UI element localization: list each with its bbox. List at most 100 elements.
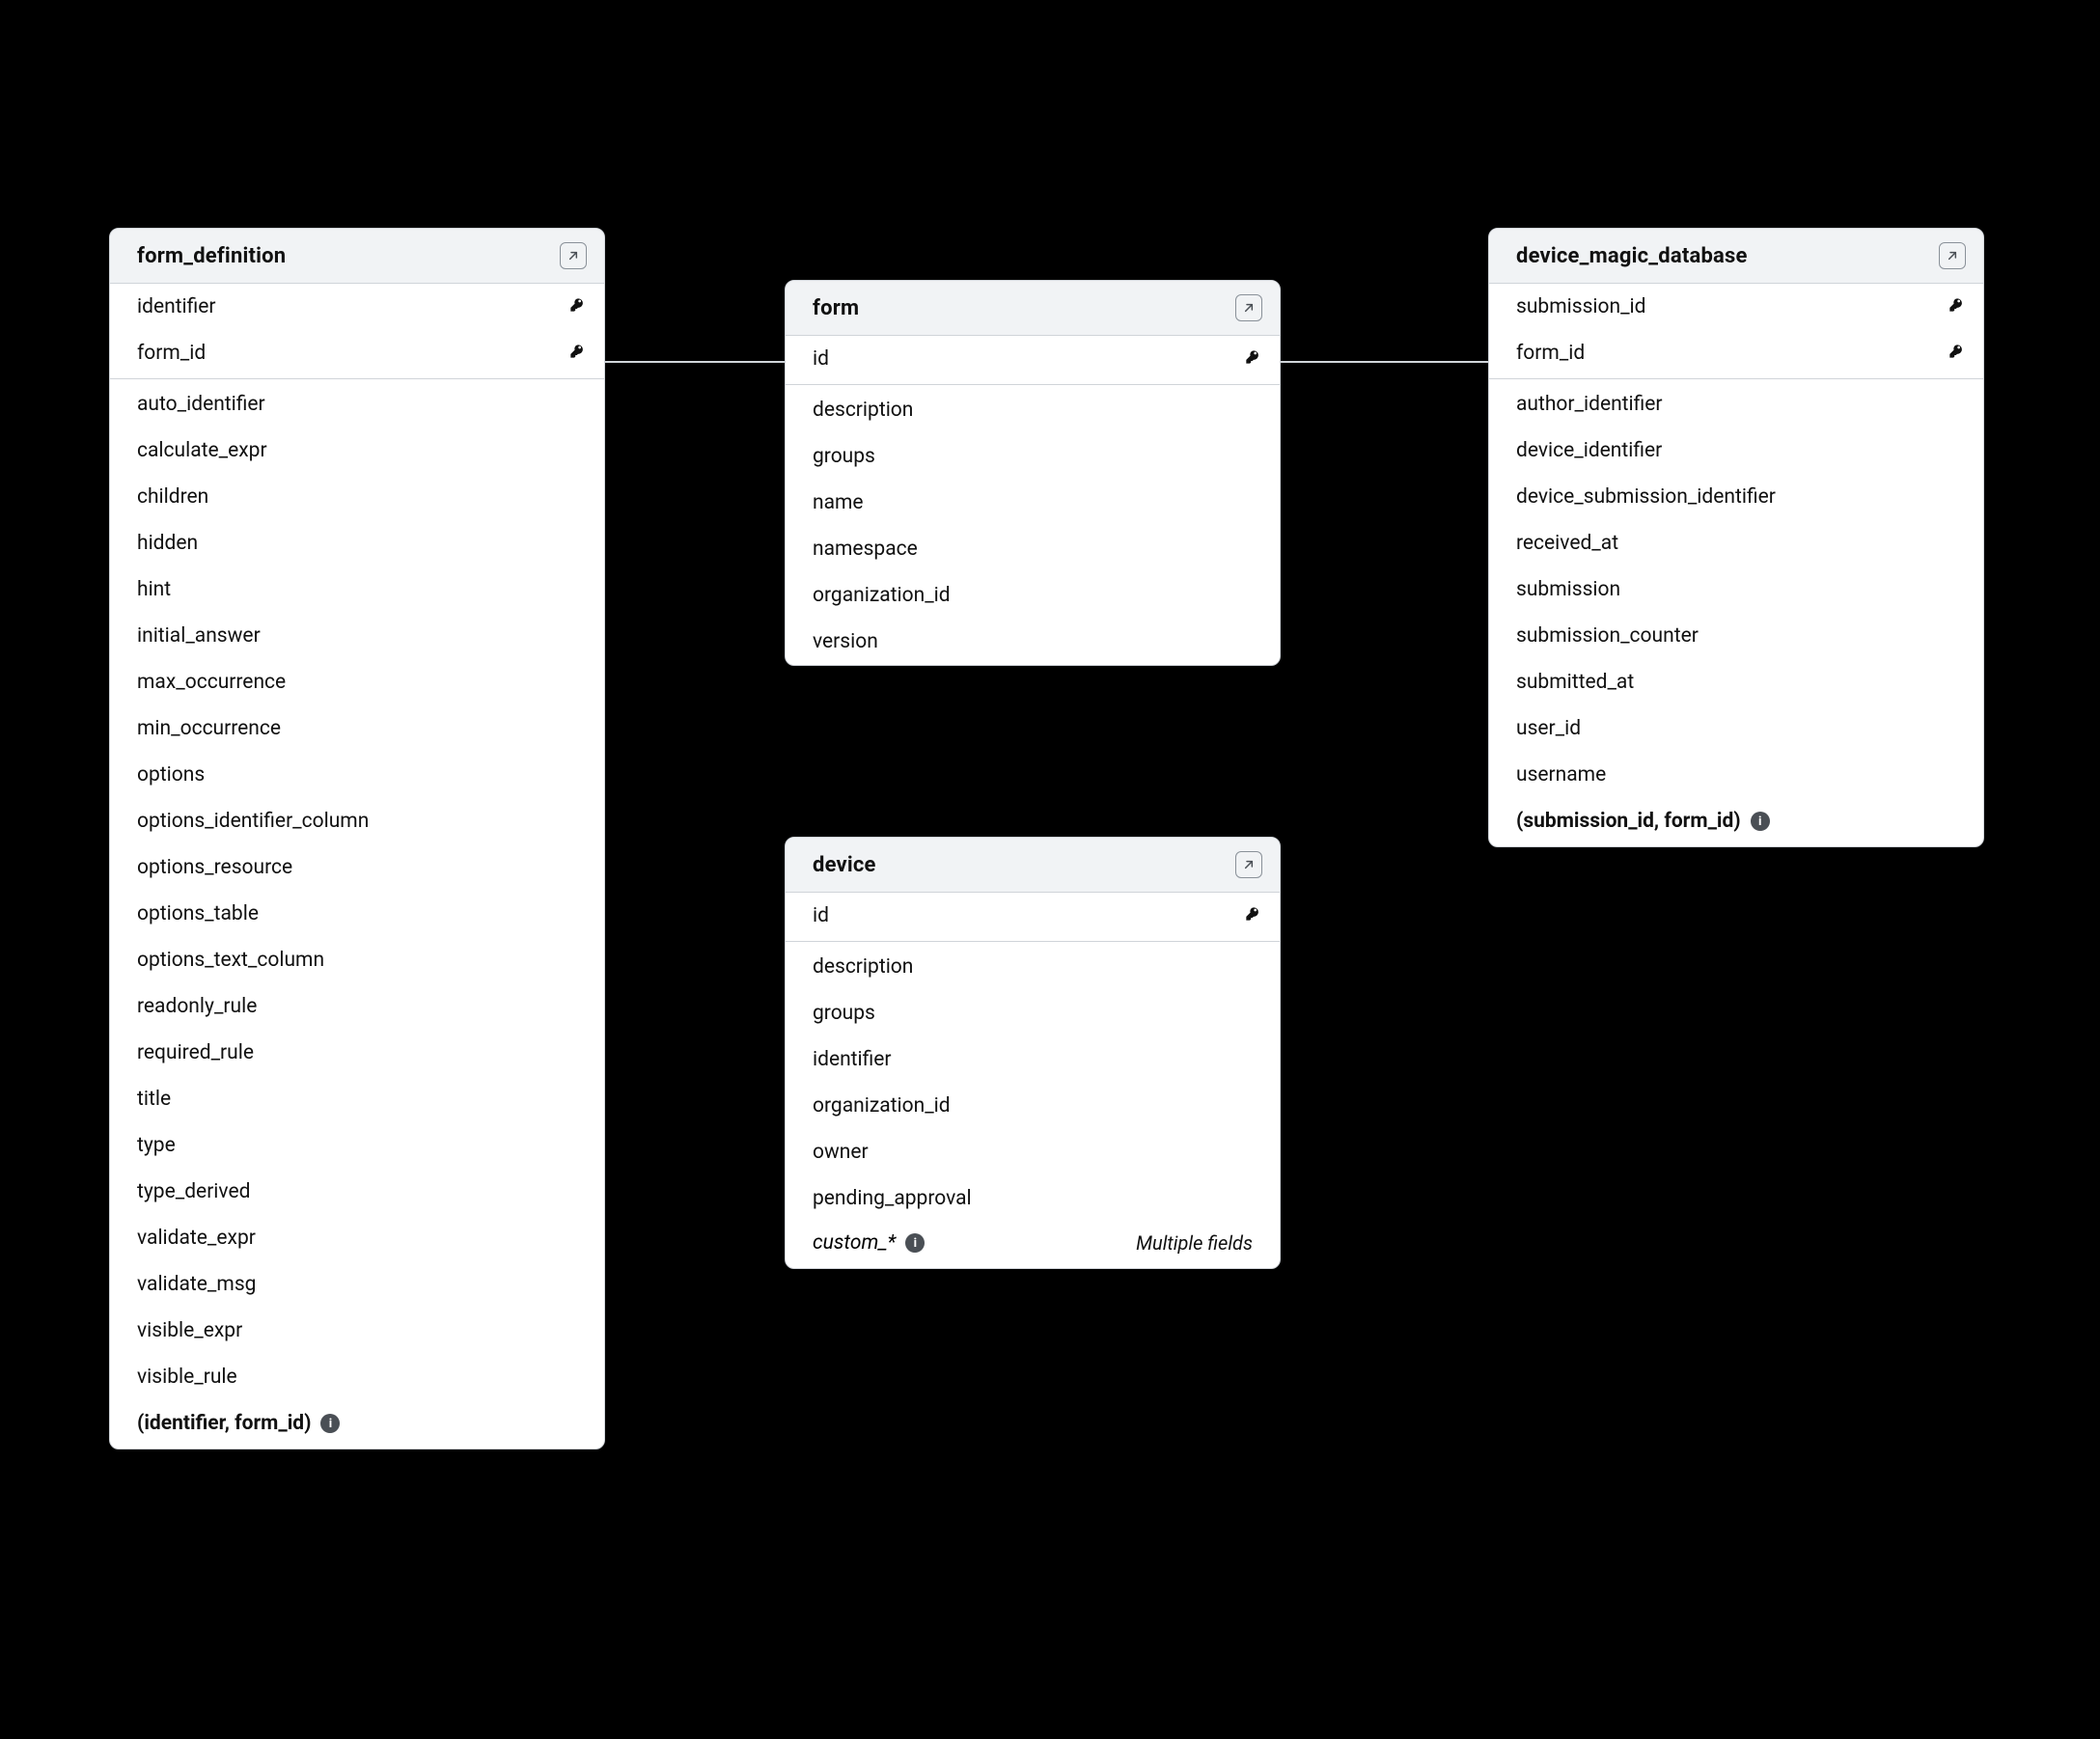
field-name: type_derived — [137, 1180, 250, 1203]
field-name: owner — [813, 1141, 869, 1164]
field-name: pending_approval — [813, 1187, 972, 1210]
field-name: name — [813, 491, 864, 514]
erd-canvas: form_definition identifier form_id — [0, 0, 2100, 1739]
field-name: options_resource — [137, 856, 292, 879]
field-name: options_table — [137, 902, 259, 925]
field-name: min_occurrence — [137, 717, 281, 740]
field-row: groups — [786, 990, 1280, 1036]
field-row: auto_identifier — [110, 381, 604, 428]
field-row: calculate_expr — [110, 428, 604, 474]
field-row: id — [786, 336, 1280, 382]
field-row: hidden — [110, 520, 604, 566]
field-row: options_resource — [110, 844, 604, 891]
footer-text: (submission_id, form_id) — [1516, 810, 1741, 833]
field-name: identifier — [813, 1048, 892, 1071]
field-row: description — [786, 944, 1280, 990]
connector-formdef-to-form — [604, 361, 785, 363]
open-icon[interactable] — [1235, 294, 1262, 321]
field-name: auto_identifier — [137, 393, 265, 416]
key-icon — [569, 295, 585, 318]
field-name: hint — [137, 578, 171, 601]
field-row: organization_id — [786, 1083, 1280, 1129]
entity-header: device — [786, 838, 1280, 893]
entity-device: device id description groups identifier … — [785, 837, 1281, 1269]
field-row: form_id — [1489, 330, 1983, 376]
field-row: type — [110, 1122, 604, 1169]
fields-list: submission_id form_id author_identifier … — [1489, 284, 1983, 846]
custom-note: Multiple fields — [1136, 1231, 1253, 1255]
field-name: children — [137, 485, 208, 509]
field-name: device_identifier — [1516, 439, 1662, 462]
field-name: groups — [813, 1002, 875, 1025]
custom-fields-row: custom_* i Multiple fields — [786, 1222, 1280, 1268]
field-name: options_text_column — [137, 949, 324, 972]
entity-title: device — [813, 853, 876, 877]
open-icon[interactable] — [1235, 851, 1262, 878]
field-name: submission_id — [1516, 295, 1646, 318]
field-row: identifier — [786, 1036, 1280, 1083]
divider — [786, 941, 1280, 942]
info-icon[interactable]: i — [1751, 812, 1770, 831]
field-row: readonly_rule — [110, 983, 604, 1030]
open-icon[interactable] — [560, 242, 587, 269]
field-name: calculate_expr — [137, 439, 267, 462]
field-row: submitted_at — [1489, 659, 1983, 705]
entity-header: form_definition — [110, 229, 604, 284]
field-row: device_identifier — [1489, 428, 1983, 474]
field-row: description — [786, 387, 1280, 433]
field-row: form_id — [110, 330, 604, 376]
field-row: username — [1489, 752, 1983, 798]
custom-field-name: custom_* — [813, 1231, 896, 1255]
divider — [786, 384, 1280, 385]
field-name: description — [813, 399, 913, 422]
field-name: received_at — [1516, 532, 1618, 555]
field-row: device_submission_identifier — [1489, 474, 1983, 520]
field-row: required_rule — [110, 1030, 604, 1076]
field-name: validate_msg — [137, 1273, 256, 1296]
field-name: device_submission_identifier — [1516, 485, 1776, 509]
field-name: user_id — [1516, 717, 1581, 740]
info-icon[interactable]: i — [320, 1414, 340, 1433]
fields-list: identifier form_id auto_identifier calcu… — [110, 284, 604, 1449]
field-row: pending_approval — [786, 1175, 1280, 1222]
field-row: organization_id — [786, 572, 1280, 619]
field-name: required_rule — [137, 1041, 254, 1064]
field-name: author_identifier — [1516, 393, 1663, 416]
field-row: visible_expr — [110, 1308, 604, 1354]
key-icon — [1245, 904, 1260, 927]
field-name: id — [813, 347, 829, 371]
field-name: type — [137, 1134, 176, 1157]
field-name: options_identifier_column — [137, 810, 369, 833]
field-row: initial_answer — [110, 613, 604, 659]
footer-text: (identifier, form_id) — [137, 1412, 311, 1435]
entity-title: form — [813, 296, 859, 320]
field-name: description — [813, 955, 913, 979]
open-icon[interactable] — [1939, 242, 1966, 269]
entity-form-definition: form_definition identifier form_id — [109, 228, 605, 1449]
field-row: received_at — [1489, 520, 1983, 566]
entity-form: form id description groups name namespac… — [785, 280, 1281, 666]
field-row: children — [110, 474, 604, 520]
field-row: validate_expr — [110, 1215, 604, 1261]
field-name: options — [137, 763, 205, 787]
field-row: name — [786, 480, 1280, 526]
field-row: options_table — [110, 891, 604, 937]
entity-header: device_magic_database — [1489, 229, 1983, 284]
field-row: title — [110, 1076, 604, 1122]
field-name: namespace — [813, 538, 918, 561]
fields-list: id description groups name namespace org… — [786, 336, 1280, 665]
connector-form-to-dmdb — [1281, 361, 1488, 363]
key-icon — [1948, 295, 1964, 318]
field-row: hint — [110, 566, 604, 613]
field-name: version — [813, 630, 878, 653]
divider — [1489, 378, 1983, 379]
field-name: title — [137, 1088, 171, 1111]
field-row: min_occurrence — [110, 705, 604, 752]
field-row: visible_rule — [110, 1354, 604, 1400]
info-icon[interactable]: i — [905, 1233, 925, 1253]
field-row: submission_id — [1489, 284, 1983, 330]
entity-header: form — [786, 281, 1280, 336]
field-name: submission_counter — [1516, 624, 1699, 648]
entity-title: device_magic_database — [1516, 244, 1748, 268]
field-row: max_occurrence — [110, 659, 604, 705]
